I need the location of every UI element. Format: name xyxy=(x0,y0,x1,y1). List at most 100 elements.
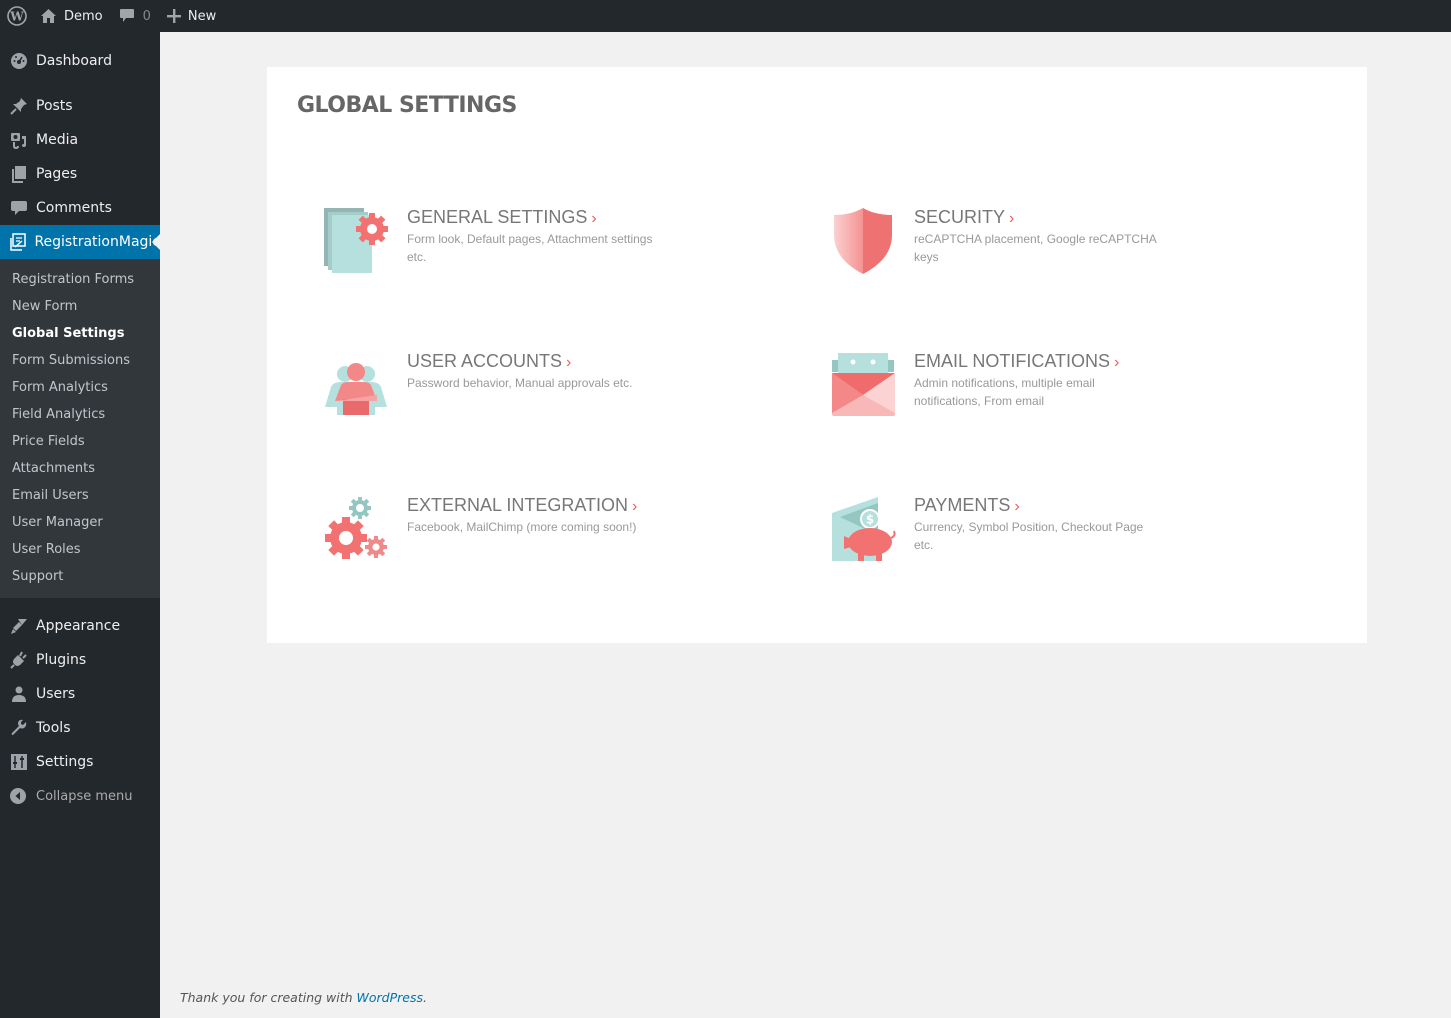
paintbrush-icon xyxy=(9,616,29,636)
home-icon xyxy=(41,9,56,23)
user-accounts-icon xyxy=(323,351,393,421)
sidebar-item-settings[interactable]: Settings xyxy=(0,745,160,779)
card-title: EMAIL NOTIFICATIONS xyxy=(914,351,1111,371)
plus-icon xyxy=(166,9,181,23)
sidebar-label: RegistrationMagic xyxy=(34,234,160,250)
chevron-right-icon: › xyxy=(566,354,572,371)
wrench-icon xyxy=(9,718,29,738)
submenu-item-user-roles[interactable]: User Roles xyxy=(0,536,160,563)
chevron-right-icon: › xyxy=(632,498,638,515)
admin-bar: W Demo 0 New xyxy=(0,0,1451,32)
submenu-item-email-users[interactable]: Email Users xyxy=(0,482,160,509)
settings-panel: GLOBAL SETTINGS GENERAL SETTINGS › Form l… xyxy=(267,67,1367,643)
chevron-right-icon: › xyxy=(1014,498,1020,515)
settings-sliders-icon xyxy=(9,752,29,772)
submenu-item-user-manager[interactable]: User Manager xyxy=(0,509,160,536)
site-name-link[interactable]: Demo xyxy=(34,0,111,32)
svg-text:W: W xyxy=(9,10,24,24)
sidebar-item-dashboard[interactable]: Dashboard xyxy=(0,44,160,78)
sidebar-label: Media xyxy=(36,132,79,148)
submenu-item-field-analytics[interactable]: Field Analytics xyxy=(0,401,160,428)
card-title: GENERAL SETTINGS xyxy=(407,207,588,227)
gears-icon xyxy=(323,495,393,565)
submenu-item-price-fields[interactable]: Price Fields xyxy=(0,428,160,455)
pages-icon xyxy=(9,164,29,184)
footer-text: Thank you for creating with xyxy=(180,990,357,1005)
sidebar-label: Tools xyxy=(36,720,71,736)
new-label: New xyxy=(187,8,217,24)
submenu-item-form-submissions[interactable]: Form Submissions xyxy=(0,347,160,374)
new-content-button[interactable]: New xyxy=(159,0,224,32)
sidebar-item-users[interactable]: Users xyxy=(0,677,160,711)
sidebar-label: Plugins xyxy=(36,652,87,668)
wordpress-logo-icon: W xyxy=(7,6,27,26)
comment-icon xyxy=(9,198,29,218)
registration-form-icon xyxy=(9,232,27,252)
collapse-menu-label: Collapse menu xyxy=(36,788,133,804)
admin-sidebar: Dashboard Posts Media Pages Comments Reg… xyxy=(0,32,160,1018)
envelope-icon xyxy=(830,351,900,421)
wordpress-link[interactable]: WordPress xyxy=(357,990,423,1005)
security-card[interactable]: SECURITY › reCAPTCHA placement, Google re… xyxy=(830,207,1164,277)
site-name-label: Demo xyxy=(64,8,103,24)
media-icon xyxy=(9,130,29,150)
general-settings-icon xyxy=(323,207,393,277)
registrationmagic-submenu: Registration Forms New Form Global Setti… xyxy=(0,259,160,598)
sidebar-label: Users xyxy=(36,686,76,702)
collapse-arrow-icon xyxy=(9,786,29,806)
comment-icon xyxy=(119,9,134,22)
sidebar-item-registrationmagic[interactable]: RegistrationMagic xyxy=(0,225,160,259)
chevron-right-icon: › xyxy=(1009,210,1015,227)
sidebar-item-appearance[interactable]: Appearance xyxy=(0,609,160,643)
card-description: Form look, Default pages, Attachment set… xyxy=(407,232,653,264)
sidebar-item-tools[interactable]: Tools xyxy=(0,711,160,745)
card-description: Admin notifications, multiple email noti… xyxy=(914,376,1095,408)
card-description: Facebook, MailChimp (more coming soon!) xyxy=(407,520,637,534)
dashboard-icon xyxy=(9,51,29,71)
submenu-item-global-settings[interactable]: Global Settings xyxy=(0,320,160,347)
card-title: SECURITY xyxy=(914,207,1006,227)
general-settings-card[interactable]: GENERAL SETTINGS › Form look, Default pag… xyxy=(323,207,657,277)
piggy-bank-icon: $ xyxy=(830,495,900,565)
admin-footer: Thank you for creating with WordPress. xyxy=(180,990,427,1005)
card-description: reCAPTCHA placement, Google reCAPTCHA ke… xyxy=(914,232,1157,264)
comment-count: 0 xyxy=(142,8,151,24)
chevron-right-icon: › xyxy=(1114,354,1120,371)
email-notifications-card[interactable]: EMAIL NOTIFICATIONS › Admin notifications… xyxy=(830,351,1164,421)
card-title: EXTERNAL INTEGRATION xyxy=(407,495,629,515)
user-accounts-card[interactable]: USER ACCOUNTS › Password behavior, Manual… xyxy=(323,351,657,421)
comments-link[interactable]: 0 xyxy=(111,0,159,32)
card-title: USER ACCOUNTS xyxy=(407,351,563,371)
footer-suffix: . xyxy=(423,990,427,1005)
wordpress-logo-button[interactable]: W xyxy=(0,0,34,32)
external-integration-card[interactable]: EXTERNAL INTEGRATION › Facebook, MailChim… xyxy=(323,495,667,565)
sidebar-label: Posts xyxy=(36,98,73,114)
payments-card[interactable]: $ PAYMENTS › Currency, Symbol Position, C… xyxy=(830,495,1164,565)
card-description: Password behavior, Manual approvals etc. xyxy=(407,376,633,390)
svg-text:$: $ xyxy=(866,513,874,527)
submenu-item-attachments[interactable]: Attachments xyxy=(0,455,160,482)
submenu-item-support[interactable]: Support xyxy=(0,563,160,590)
shield-icon xyxy=(830,207,900,277)
submenu-item-new-form[interactable]: New Form xyxy=(0,293,160,320)
sidebar-item-plugins[interactable]: Plugins xyxy=(0,643,160,677)
chevron-right-icon: › xyxy=(591,210,597,227)
user-icon xyxy=(9,684,29,704)
card-title: PAYMENTS xyxy=(914,495,1011,515)
sidebar-label: Comments xyxy=(36,200,112,216)
pin-icon xyxy=(9,96,29,116)
sidebar-label: Pages xyxy=(36,166,78,182)
sidebar-label: Appearance xyxy=(36,618,121,634)
sidebar-item-pages[interactable]: Pages xyxy=(0,157,160,191)
plugin-icon xyxy=(9,650,29,670)
submenu-item-form-analytics[interactable]: Form Analytics xyxy=(0,374,160,401)
sidebar-label: Dashboard xyxy=(36,53,112,69)
sidebar-item-comments[interactable]: Comments xyxy=(0,191,160,225)
sidebar-item-posts[interactable]: Posts xyxy=(0,89,160,123)
card-description: Currency, Symbol Position, Checkout Page… xyxy=(914,520,1144,552)
page-title: GLOBAL SETTINGS xyxy=(297,93,517,118)
submenu-item-registration-forms[interactable]: Registration Forms xyxy=(0,266,160,293)
sidebar-label: Settings xyxy=(36,754,94,770)
collapse-menu-button[interactable]: Collapse menu xyxy=(0,779,160,813)
sidebar-item-media[interactable]: Media xyxy=(0,123,160,157)
